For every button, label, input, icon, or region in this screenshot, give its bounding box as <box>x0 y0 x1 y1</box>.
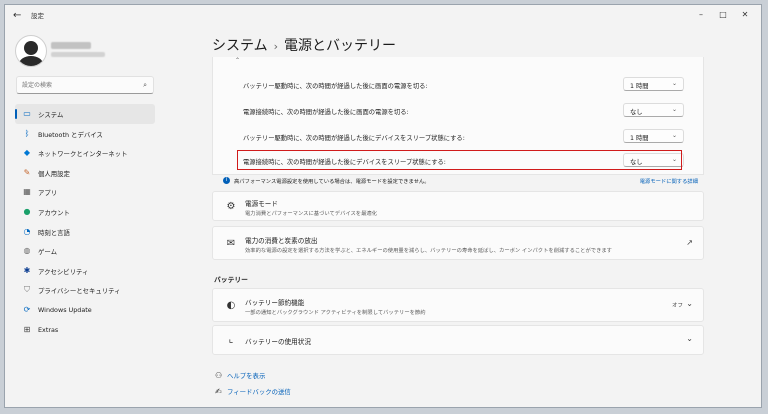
power-mode-icon: ⚙ <box>226 201 236 212</box>
plugged-screen-off-label: 電源接続時に、次の時間が経過した後に画面の電源を切る: <box>243 109 409 116</box>
battery-usage-card[interactable]: ⌞ バッテリーの使用状況 ⌄ <box>212 325 704 355</box>
profile-email-redacted <box>51 52 105 57</box>
breadcrumb-separator: › <box>273 40 278 53</box>
page-title: 電源とバッテリー <box>284 38 396 54</box>
feedback-link[interactable]: ✍ フィードバックの送信 <box>215 387 291 396</box>
help-link[interactable]: ⚇ ヘルプを表示 <box>215 371 265 380</box>
sidebar-item-time-language[interactable]: ◔ 時刻と言語 <box>15 222 155 242</box>
sidebar-item-label: Extras <box>38 325 59 334</box>
battery-sleep-label: バッテリー駆動時に、次の時間が経過した後にデバイスをスリープ状態にする: <box>243 135 465 142</box>
chevron-up-icon[interactable]: ⌃ <box>235 57 240 64</box>
chevron-down-icon[interactable]: ⌄ <box>686 334 693 343</box>
info-icon: i <box>223 177 230 184</box>
battery-screen-off-label: バッテリー駆動時に、次の時間が経過した後に画面の電源を切る: <box>243 83 428 90</box>
power-mode-card[interactable]: ⚙ 電源モード 電力消費とパフォーマンスに基づいてデバイスを最適化 <box>212 191 704 221</box>
maximize-button[interactable]: □ <box>715 8 731 22</box>
sidebar-item-gaming[interactable]: ◍ ゲーム <box>15 241 155 261</box>
clock-globe-icon: ◔ <box>23 226 31 236</box>
sidebar-item-accessibility[interactable]: ✱ アクセシビリティ <box>15 261 155 281</box>
shield-icon: ⛉ <box>24 285 30 295</box>
settings-window: ← 設定 – □ ✕ ⌕ ▭ システム ᛒ Bluetooth とデバイス ◆ … <box>4 4 762 408</box>
info-text: 高パフォーマンス電源設定を使用している場合は、電源モードを設定できません。 <box>234 179 430 185</box>
sidebar-item-label: ネットワークとインターネット <box>38 150 128 159</box>
battery-section-heading: バッテリー <box>214 276 248 284</box>
brush-icon: ✎ <box>23 167 31 177</box>
search-icon[interactable]: ⌕ <box>143 81 147 90</box>
chevron-down-icon[interactable]: ⌄ <box>686 299 693 308</box>
battery-saver-title: バッテリー節約機能 <box>245 299 305 307</box>
sidebar-item-label: ゲーム <box>38 248 57 257</box>
sidebar-item-bluetooth[interactable]: ᛒ Bluetooth とデバイス <box>15 124 155 144</box>
sidebar-item-personalization[interactable]: ✎ 個人用設定 <box>15 163 155 183</box>
battery-screen-off-dropdown[interactable]: 1 時間 ⌄ <box>623 77 684 91</box>
title-bar: ← 設定 – □ ✕ <box>5 5 761 27</box>
apps-icon: ▦ <box>23 187 31 197</box>
power-mode-desc: 電力消費とパフォーマンスに基づいてデバイスを最適化 <box>245 211 377 217</box>
sidebar-item-label: 時刻と言語 <box>38 228 70 237</box>
chevron-down-icon: ⌄ <box>671 80 677 87</box>
sidebar-item-label: システム <box>38 111 64 119</box>
sidebar-nav: ▭ システム ᛒ Bluetooth とデバイス ◆ ネットワークとインターネッ… <box>15 104 155 339</box>
highlight-box <box>237 150 682 170</box>
battery-saver-desc: 一部の通知とバックグラウンド アクティビティを制限してバッテリーを節約 <box>245 310 426 316</box>
external-link-icon[interactable]: ↗ <box>686 238 693 247</box>
chart-icon: ⌞ <box>228 334 234 345</box>
update-icon: ⟳ <box>23 304 31 314</box>
feedback-link-label: フィードバックの送信 <box>227 388 291 396</box>
battery-saver-card[interactable]: ◐ バッテリー節約機能 一部の通知とバックグラウンド アクティビティを制限してバ… <box>212 288 704 322</box>
sidebar-item-label: アカウント <box>38 208 70 217</box>
battery-saver-state: オフ <box>671 303 683 309</box>
leaf-chat-icon: ✉ <box>226 238 236 249</box>
sidebar-item-privacy-security[interactable]: ⛉ プライバシーとセキュリティ <box>15 280 155 300</box>
sidebar-item-label: Bluetooth とデバイス <box>38 130 103 139</box>
avatar[interactable] <box>15 35 47 67</box>
energy-desc: 効率的な電源の設定を選択する方法を学ぶと、エネルギーの使用量を減らし、バッテリー… <box>245 248 612 254</box>
sidebar-item-label: 個人用設定 <box>38 169 70 178</box>
battery-saver-icon: ◐ <box>226 300 236 311</box>
bluetooth-icon: ᛒ <box>24 128 30 138</box>
profile-name-redacted <box>51 42 91 49</box>
info-bar: i 高パフォーマンス電源設定を使用している場合は、電源モードを設定できません。 … <box>212 175 704 187</box>
dropdown-value: 1 時間 <box>630 83 649 90</box>
dropdown-value: なし <box>630 109 643 116</box>
breadcrumb: システム › 電源とバッテリー <box>212 35 396 55</box>
breadcrumb-parent[interactable]: システム <box>212 38 268 54</box>
window-title: 設定 <box>31 12 44 20</box>
account-icon: ● <box>23 206 31 216</box>
battery-usage-title: バッテリーの使用状況 <box>245 338 311 346</box>
dropdown-value: 1 時間 <box>630 135 649 142</box>
sidebar-item-label: プライバシーとセキュリティ <box>38 287 121 296</box>
help-link-label: ヘルプを表示 <box>227 372 266 380</box>
plugged-screen-off-dropdown[interactable]: なし ⌄ <box>623 103 684 117</box>
gamepad-icon: ◍ <box>23 246 31 256</box>
wifi-icon: ◆ <box>23 148 31 158</box>
power-mode-title: 電源モード <box>245 200 278 208</box>
feedback-icon: ✍ <box>215 387 222 396</box>
settings-search[interactable]: ⌕ <box>16 76 154 94</box>
search-input[interactable] <box>22 80 132 91</box>
chevron-down-icon: ⌄ <box>671 106 677 113</box>
power-mode-help-link[interactable]: 電源モードに関する詳細 <box>640 177 698 185</box>
accessibility-icon: ✱ <box>23 265 31 275</box>
sidebar-item-network[interactable]: ◆ ネットワークとインターネット <box>15 143 155 163</box>
sidebar-item-label: Windows Update <box>38 305 92 314</box>
help-icon: ⚇ <box>215 371 223 380</box>
sidebar-item-system[interactable]: ▭ システム <box>15 104 155 124</box>
close-button[interactable]: ✕ <box>737 8 753 22</box>
minimize-button[interactable]: – <box>693 8 709 22</box>
battery-sleep-dropdown[interactable]: 1 時間 ⌄ <box>623 129 684 143</box>
sidebar-item-windows-update[interactable]: ⟳ Windows Update <box>15 300 155 320</box>
sidebar-item-accounts[interactable]: ● アカウント <box>15 202 155 222</box>
energy-title: 電力の消費と炭素の放出 <box>245 237 318 245</box>
sidebar-item-extras[interactable]: ⊞ Extras <box>15 320 155 340</box>
sidebar-item-label: アクセシビリティ <box>38 267 89 276</box>
back-arrow-icon[interactable]: ← <box>13 10 25 22</box>
extras-icon: ⊞ <box>23 324 31 334</box>
monitor-icon: ▭ <box>23 109 31 118</box>
sidebar-item-apps[interactable]: ▦ アプリ <box>15 182 155 202</box>
chevron-down-icon: ⌄ <box>671 132 677 139</box>
active-indicator <box>15 109 17 119</box>
energy-carbon-card[interactable]: ✉ 電力の消費と炭素の放出 効率的な電源の設定を選択する方法を学ぶと、エネルギー… <box>212 226 704 260</box>
sidebar-item-label: アプリ <box>38 189 58 198</box>
